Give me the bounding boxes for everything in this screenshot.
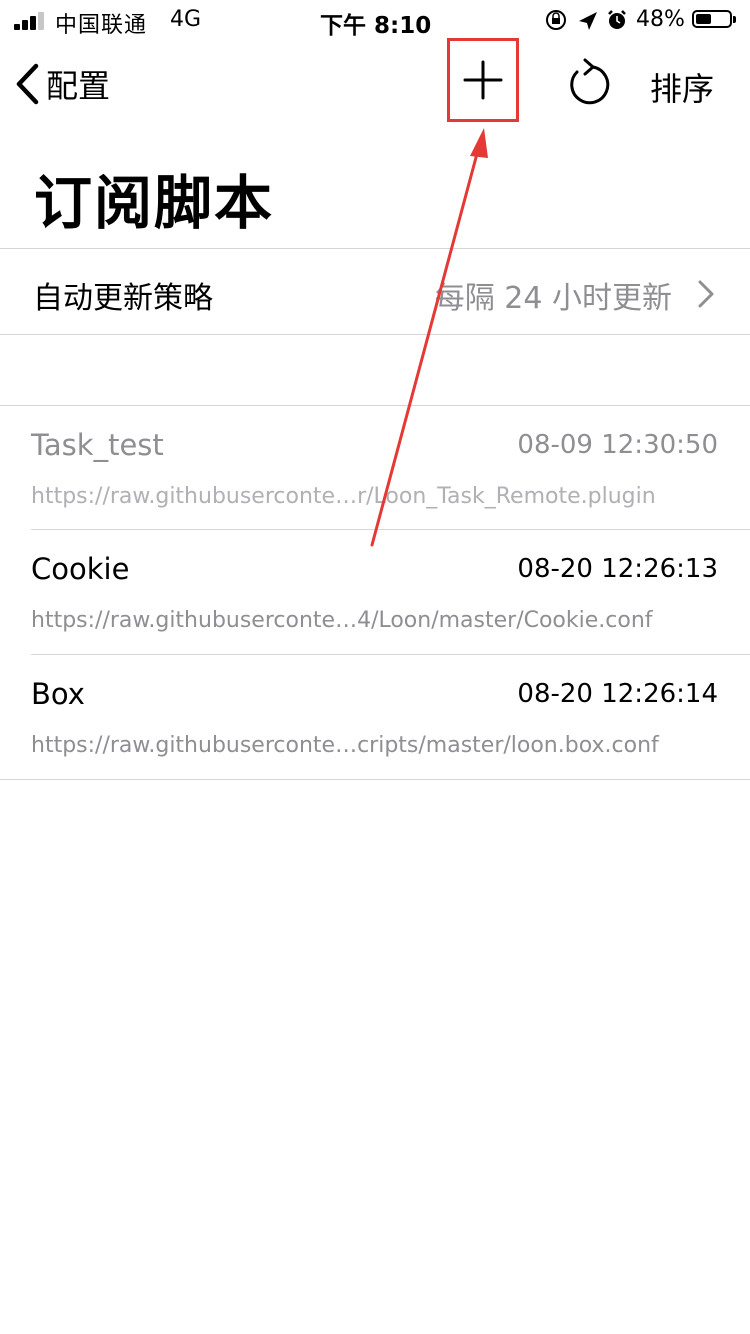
status-bar: 中国联通 4G 下午 8:10 48%: [0, 0, 750, 40]
subscription-name: Box: [31, 677, 85, 711]
section-gap: [0, 335, 750, 405]
subscription-url: https://raw.githubuserconte…cripts/maste…: [31, 733, 659, 758]
battery-icon: [692, 10, 736, 28]
chevron-right-icon: [698, 280, 714, 308]
refresh-icon: [570, 58, 610, 105]
subscription-url: https://raw.githubuserconte…r/Loon_Task_…: [31, 484, 656, 509]
sort-button[interactable]: 排序: [650, 64, 714, 110]
refresh-button[interactable]: [565, 58, 611, 108]
subscription-name: Cookie: [31, 552, 130, 586]
subscription-updated-time: 08-20 12:26:14: [517, 679, 718, 709]
orientation-lock-icon: [546, 10, 566, 30]
location-arrow-icon: [579, 12, 597, 30]
divider: [0, 779, 750, 780]
back-button[interactable]: 配置: [14, 58, 110, 110]
plus-icon: [463, 60, 503, 100]
subscription-item[interactable]: Box 08-20 12:26:14 https://raw.githubuse…: [0, 655, 750, 779]
chevron-left-icon: [16, 63, 39, 105]
signal-strength-icon: [14, 10, 48, 30]
clock: 下午 8:10: [320, 13, 432, 39]
subscription-item[interactable]: Cookie 08-20 12:26:13 https://raw.github…: [0, 530, 750, 654]
network-type: 4G: [170, 7, 202, 32]
auto-update-value: 每隔 24 小时更新: [434, 281, 672, 316]
subscription-name: Task_test: [31, 428, 164, 462]
status-icons: [545, 8, 633, 37]
add-subscription-button[interactable]: [447, 38, 519, 122]
subscription-updated-time: 08-09 12:30:50: [517, 430, 718, 460]
auto-update-row[interactable]: 自动更新策略 每隔 24 小时更新: [0, 249, 750, 335]
alarm-icon: [608, 10, 626, 29]
back-label: 配置: [46, 67, 111, 105]
battery-percentage: 48%: [636, 7, 685, 32]
subscription-url: https://raw.githubuserconte…4/Loon/maste…: [31, 608, 653, 633]
page-title: 订阅脚本: [34, 169, 275, 237]
auto-update-label: 自动更新策略: [33, 281, 213, 316]
subscription-item[interactable]: Task_test 08-09 12:30:50 https://raw.git…: [0, 406, 750, 530]
subscription-updated-time: 08-20 12:26:13: [517, 554, 718, 584]
carrier-name: 中国联通: [55, 13, 148, 38]
